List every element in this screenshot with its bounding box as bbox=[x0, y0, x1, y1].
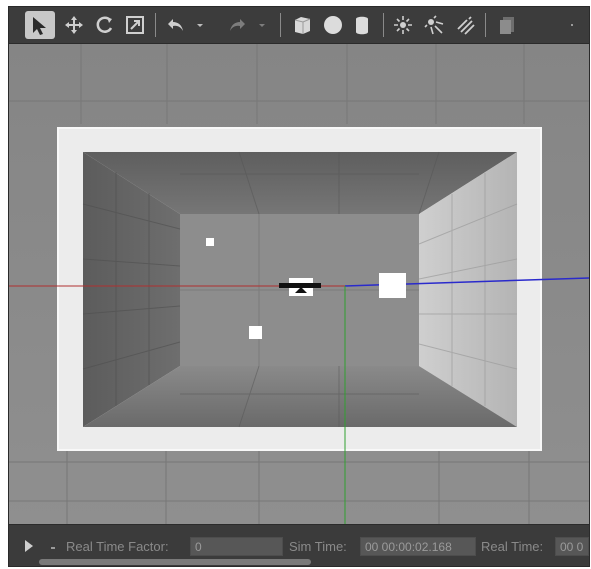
redo-icon[interactable] bbox=[223, 11, 251, 39]
box-icon[interactable] bbox=[288, 11, 316, 39]
step-icon[interactable] bbox=[51, 547, 55, 549]
copy-icon[interactable] bbox=[493, 11, 521, 39]
toolbar bbox=[9, 7, 589, 44]
play-icon[interactable] bbox=[24, 538, 34, 557]
spot-light-icon[interactable] bbox=[420, 11, 448, 39]
translate-mode-icon[interactable] bbox=[60, 11, 88, 39]
sim-time-label: Sim Time: bbox=[289, 539, 347, 554]
directional-light-icon[interactable] bbox=[452, 11, 480, 39]
rotate-mode-icon[interactable] bbox=[91, 11, 119, 39]
real-time-label: Real Time: bbox=[481, 539, 544, 554]
status-bar: Real Time Factor: 0 Sim Time: 00 00:00:0… bbox=[9, 524, 589, 566]
undo-dropdown-icon[interactable] bbox=[193, 11, 207, 39]
undo-icon[interactable] bbox=[162, 11, 190, 39]
real-time-field: 00 0 bbox=[555, 537, 589, 556]
large-box-model[interactable] bbox=[379, 273, 406, 298]
horizontal-scrollbar[interactable] bbox=[37, 559, 585, 565]
box-model[interactable] bbox=[249, 326, 262, 339]
real-time-factor-field: 0 bbox=[190, 537, 283, 556]
scale-mode-icon[interactable] bbox=[121, 11, 149, 39]
sphere-icon[interactable] bbox=[319, 11, 347, 39]
cylinder-icon[interactable] bbox=[348, 11, 376, 39]
sim-time-field: 00 00:00:02.168 bbox=[360, 537, 476, 556]
gazebo-window: Real Time Factor: 0 Sim Time: 00 00:00:0… bbox=[8, 6, 590, 567]
redo-dropdown-icon[interactable] bbox=[255, 11, 269, 39]
scene-viewport[interactable] bbox=[9, 44, 589, 524]
real-time-factor-label: Real Time Factor: bbox=[66, 539, 169, 554]
select-mode-icon[interactable] bbox=[25, 11, 55, 39]
scrollbar-thumb[interactable] bbox=[39, 559, 311, 565]
point-light-icon[interactable] bbox=[389, 11, 417, 39]
toolbar-overflow-icon[interactable] bbox=[565, 11, 579, 39]
small-box-model[interactable] bbox=[206, 238, 214, 246]
